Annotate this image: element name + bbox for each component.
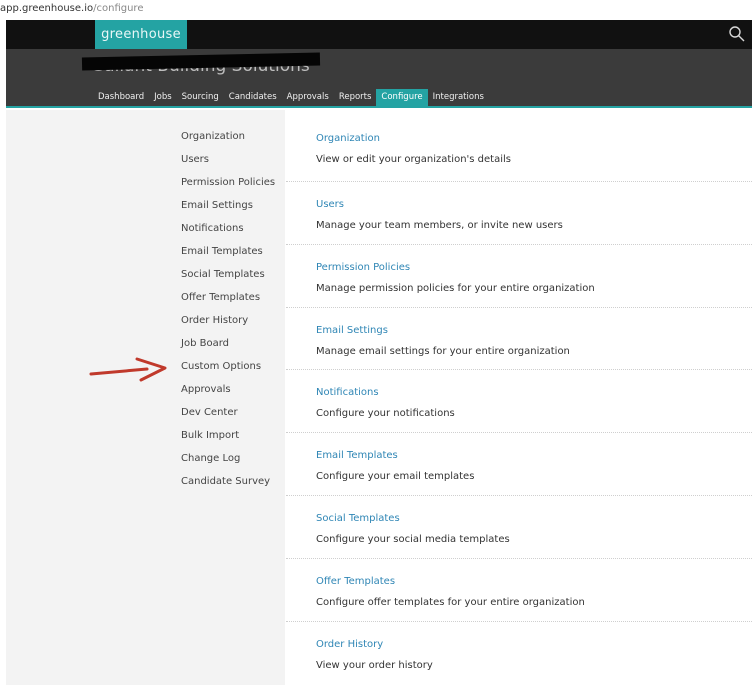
sidebar-item-organization[interactable]: Organization [181,130,275,153]
url-path: /configure [93,3,144,14]
section-title[interactable]: Organization [316,133,380,144]
sidebar-list: Organization Users Permission Policies E… [181,130,275,498]
section-desc: Configure your email templates [316,471,475,483]
section-users: Users Manage your team members, or invit… [286,182,752,245]
sidebar-item-notifications[interactable]: Notifications [181,222,275,245]
section-title[interactable]: Email Settings [316,325,388,336]
section-order-history: Order History View your order history [286,622,752,685]
nav-integrations[interactable]: Integrations [428,89,489,106]
section-offer-templates: Offer Templates Configure offer template… [286,559,752,622]
sidebar-item-email-settings[interactable]: Email Settings [181,199,275,222]
section-desc: Manage your team members, or invite new … [316,220,563,231]
main-nav: Dashboard Jobs Sourcing Candidates Appro… [93,89,489,106]
sidebar-item-email-templates[interactable]: Email Templates [181,245,275,268]
sidebar-item-users[interactable]: Users [181,153,275,176]
section-organization: Organization View or edit your organizat… [286,110,752,182]
section-desc: Configure offer templates for your entir… [316,596,585,608]
sidebar-item-bulk-import[interactable]: Bulk Import [181,429,275,452]
sidebar-item-candidate-survey[interactable]: Candidate Survey [181,475,275,498]
sidebar-item-job-board[interactable]: Job Board [181,337,275,360]
search-icon[interactable] [728,25,746,43]
sidebar-item-dev-center[interactable]: Dev Center [181,406,275,429]
section-social-templates: Social Templates Configure your social m… [286,496,752,559]
sidebar-item-order-history[interactable]: Order History [181,314,275,337]
nav-reports[interactable]: Reports [334,89,377,106]
configure-sidebar: Organization Users Permission Policies E… [6,110,285,685]
section-permission-policies: Permission Policies Manage permission po… [286,245,752,308]
section-title[interactable]: Offer Templates [316,576,395,587]
sidebar-item-permission-policies[interactable]: Permission Policies [181,176,275,199]
configure-main: Organization View or edit your organizat… [286,110,752,685]
section-desc: Manage email settings for your entire or… [316,345,570,357]
sidebar-item-approvals[interactable]: Approvals [181,383,275,406]
section-desc: Configure your notifications [316,408,455,420]
nav-sourcing[interactable]: Sourcing [177,89,224,106]
sidebar-item-offer-templates[interactable]: Offer Templates [181,291,275,314]
nav-dashboard[interactable]: Dashboard [93,89,149,106]
nav-jobs[interactable]: Jobs [149,89,177,106]
url-host: app.greenhouse.io [0,3,94,14]
greenhouse-logo[interactable]: greenhouse [95,20,187,49]
section-desc: Configure your social media templates [316,533,510,545]
top-bar: greenhouse [6,20,752,49]
section-title[interactable]: Order History [316,639,383,650]
section-title[interactable]: Social Templates [316,513,400,524]
section-title[interactable]: Email Templates [316,450,398,461]
sidebar-item-social-templates[interactable]: Social Templates [181,268,275,291]
section-desc: View or edit your organization's details [316,154,511,165]
arrow-right-icon [89,357,167,382]
sidebar-item-custom-options[interactable]: Custom Options [181,360,275,383]
nav-configure[interactable]: Configure [376,89,428,106]
section-email-templates: Email Templates Configure your email tem… [286,433,752,496]
section-notifications: Notifications Configure your notificatio… [286,370,752,434]
sidebar-item-change-log[interactable]: Change Log [181,452,275,475]
section-email-settings: Email Settings Manage email settings for… [286,308,752,371]
nav-candidates[interactable]: Candidates [224,89,282,106]
address-bar[interactable]: app.greenhouse.io/configure [0,0,752,18]
section-title[interactable]: Users [316,199,344,210]
nav-approvals[interactable]: Approvals [282,89,334,106]
section-desc: View your order history [316,659,433,671]
org-header: Gallant Building Solutions Dashboard Job… [6,49,752,108]
section-title[interactable]: Notifications [316,387,379,398]
section-desc: Manage permission policies for your enti… [316,282,595,294]
section-title[interactable]: Permission Policies [316,262,410,273]
